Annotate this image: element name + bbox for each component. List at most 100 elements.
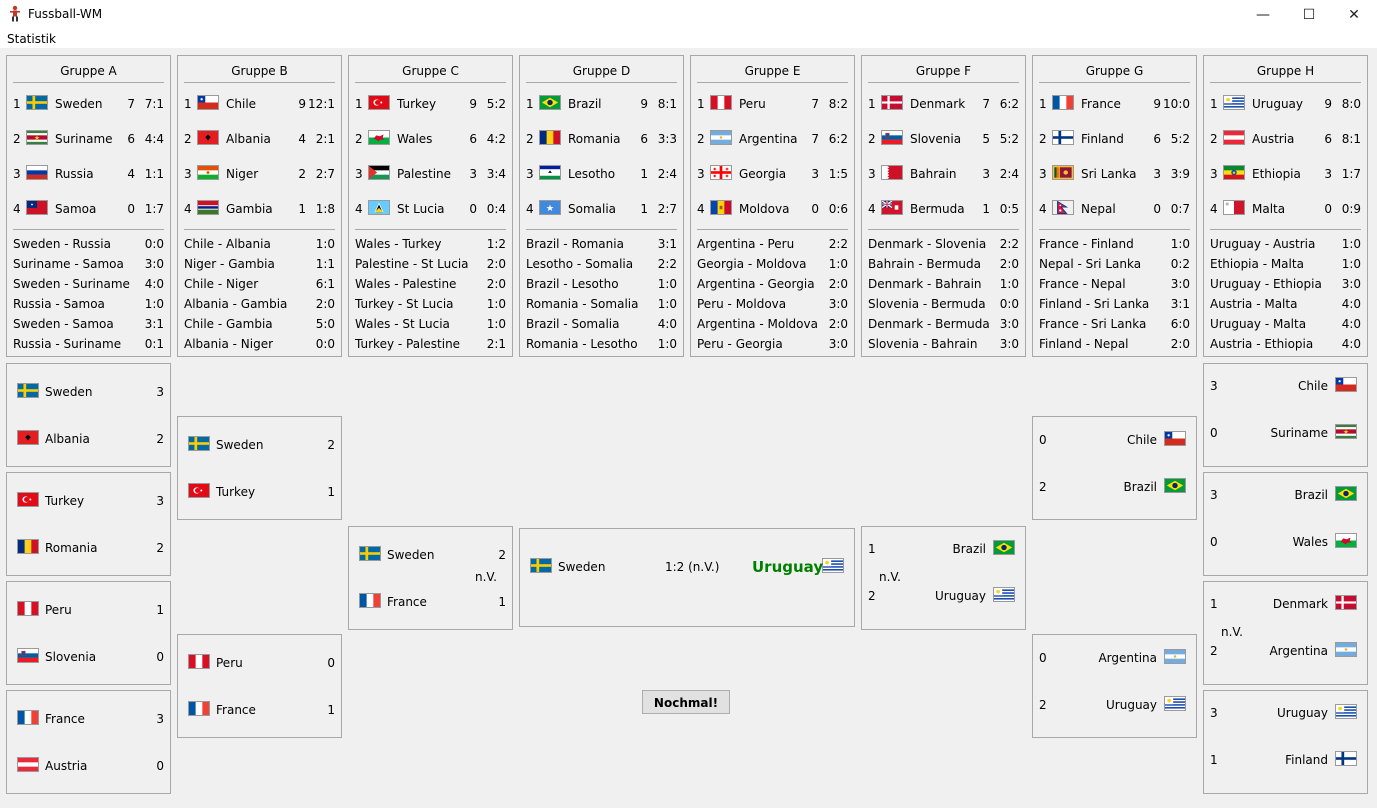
team-name: Brazil xyxy=(568,97,602,111)
team-name: Malta xyxy=(1252,202,1286,216)
match-result: 4:0 xyxy=(1341,317,1361,331)
match-pairing: Niger - Gambia xyxy=(184,257,275,271)
match-row: Uruguay - Ethiopia 3:0 xyxy=(1210,275,1361,293)
match-result: 0:2 xyxy=(1170,257,1190,271)
match-pairing: Slovenia - Bahrain xyxy=(868,337,978,351)
match-row: Russia - Suriname 0:1 xyxy=(13,335,164,353)
standing-position: 3 xyxy=(184,167,192,181)
sri-lanka-flag-icon xyxy=(1052,165,1074,180)
standing-position: 1 xyxy=(526,97,534,111)
team-name: Bermuda xyxy=(910,202,965,216)
team-score: 1 xyxy=(868,542,876,556)
nepal-flag-icon xyxy=(1052,200,1074,215)
team-points: 1 xyxy=(298,202,306,216)
team-points: 6 xyxy=(1153,132,1161,146)
team-score: 3 xyxy=(156,712,164,726)
extra-time-note: n.V. xyxy=(879,570,901,584)
team-name: Albania xyxy=(226,132,271,146)
france-flag-icon xyxy=(359,593,381,608)
extra-time-note: n.V. xyxy=(1221,625,1243,639)
standing-row: 1 France 9 10:0 xyxy=(1039,94,1190,114)
final-home-team: Sweden xyxy=(558,560,606,574)
bracket-slot: Suriname 0 xyxy=(1204,424,1367,442)
match-pairing: Finland - Sri Lanka xyxy=(1039,297,1150,311)
team-goals: 0:4 xyxy=(486,202,506,216)
team-points: 1 xyxy=(982,202,990,216)
match-result: 2:1 xyxy=(486,337,506,351)
match-pairing: Brazil - Lesotho xyxy=(526,277,619,291)
bracket-slot: Uruguay 2 xyxy=(862,587,1025,605)
match-row: Argentina - Moldova 2:0 xyxy=(697,315,848,333)
group-divider xyxy=(355,229,506,230)
menu-statistik[interactable]: Statistik xyxy=(7,32,56,46)
knockout-match: Peru 0 France 1 xyxy=(177,634,342,738)
bracket-slot: Brazil 2 xyxy=(1033,478,1196,496)
match-row: Albania - Gambia 2:0 xyxy=(184,295,335,313)
match-result: 3:0 xyxy=(828,297,848,311)
match-result: 6:0 xyxy=(1170,317,1190,331)
team-name: Austria xyxy=(1252,132,1295,146)
match-row: Turkey - St Lucia 1:0 xyxy=(355,295,506,313)
knockout-match: France 3 Austria 0 xyxy=(6,690,171,794)
match-pairing: Lesotho - Somalia xyxy=(526,257,634,271)
match-pairing: France - Sri Lanka xyxy=(1039,317,1147,331)
team-name: Turkey xyxy=(397,97,437,111)
team-name: Austria xyxy=(45,759,88,773)
standing-position: 3 xyxy=(1039,167,1047,181)
final-match: Sweden 1:2 (n.V.) Uruguay xyxy=(519,528,855,627)
team-name: Albania xyxy=(45,432,90,446)
uruguay-flag-icon xyxy=(822,558,844,573)
match-pairing: Wales - Palestine xyxy=(355,277,457,291)
chile-flag-icon xyxy=(1164,431,1186,446)
match-pairing: Turkey - Palestine xyxy=(355,337,461,351)
maximize-button[interactable]: ☐ xyxy=(1286,0,1332,30)
group-panel: Gruppe G 1 France 9 10:0 2 Finland 6 5:2 3 Sri Lan… xyxy=(1032,55,1197,357)
match-result: 1:0 xyxy=(657,297,677,311)
bracket-slot: Brazil 3 xyxy=(1204,486,1367,504)
group-divider xyxy=(526,229,677,230)
team-goals: 7:1 xyxy=(144,97,164,111)
albania-flag-icon xyxy=(197,130,219,145)
standing-position: 3 xyxy=(1210,167,1218,181)
close-button[interactable]: ✕ xyxy=(1331,0,1377,30)
team-score: 2 xyxy=(868,589,876,603)
match-row: Chile - Niger 6:1 xyxy=(184,275,335,293)
match-pairing: France - Nepal xyxy=(1039,277,1126,291)
team-name: Uruguay xyxy=(935,589,986,603)
team-score: 1 xyxy=(327,703,335,717)
denmark-flag-icon xyxy=(881,95,903,110)
team-goals: 5:2 xyxy=(1170,132,1190,146)
team-points: 3 xyxy=(1153,167,1161,181)
team-name: France xyxy=(45,712,85,726)
team-name: Peru xyxy=(216,656,243,670)
bracket-slot: Uruguay 3 xyxy=(1204,704,1367,722)
match-result: 1:0 xyxy=(1170,237,1190,251)
match-pairing: Suriname - Samoa xyxy=(13,257,124,271)
match-row: Argentina - Peru 2:2 xyxy=(697,235,848,253)
team-name: Romania xyxy=(568,132,621,146)
team-points: 3 xyxy=(1324,167,1332,181)
standing-position: 3 xyxy=(697,167,705,181)
knockout-match: Argentina 0 Uruguay 2 xyxy=(1032,634,1197,738)
team-score: 0 xyxy=(1039,651,1047,665)
match-pairing: Peru - Moldova xyxy=(697,297,787,311)
team-name: Turkey xyxy=(45,494,85,508)
team-goals: 1:8 xyxy=(315,202,335,216)
team-points: 4 xyxy=(127,167,135,181)
team-goals: 10:0 xyxy=(1163,97,1190,111)
bracket-slot: Austria 0 xyxy=(7,757,170,775)
team-points: 7 xyxy=(811,132,819,146)
team-name: Moldova xyxy=(739,202,790,216)
minimize-button[interactable]: — xyxy=(1240,0,1286,30)
team-name: Sweden xyxy=(216,438,264,452)
match-result: 4:0 xyxy=(1341,337,1361,351)
team-name: Sri Lanka xyxy=(1081,167,1137,181)
standing-position: 2 xyxy=(697,132,705,146)
match-result: 2:2 xyxy=(657,257,677,271)
match-row: France - Sri Lanka 6:0 xyxy=(1039,315,1190,333)
team-goals: 3:4 xyxy=(486,167,506,181)
match-result: 1:0 xyxy=(486,317,506,331)
nochmal-button[interactable]: Nochmal! xyxy=(642,690,730,714)
match-pairing: Turkey - St Lucia xyxy=(355,297,454,311)
team-score: 3 xyxy=(156,494,164,508)
